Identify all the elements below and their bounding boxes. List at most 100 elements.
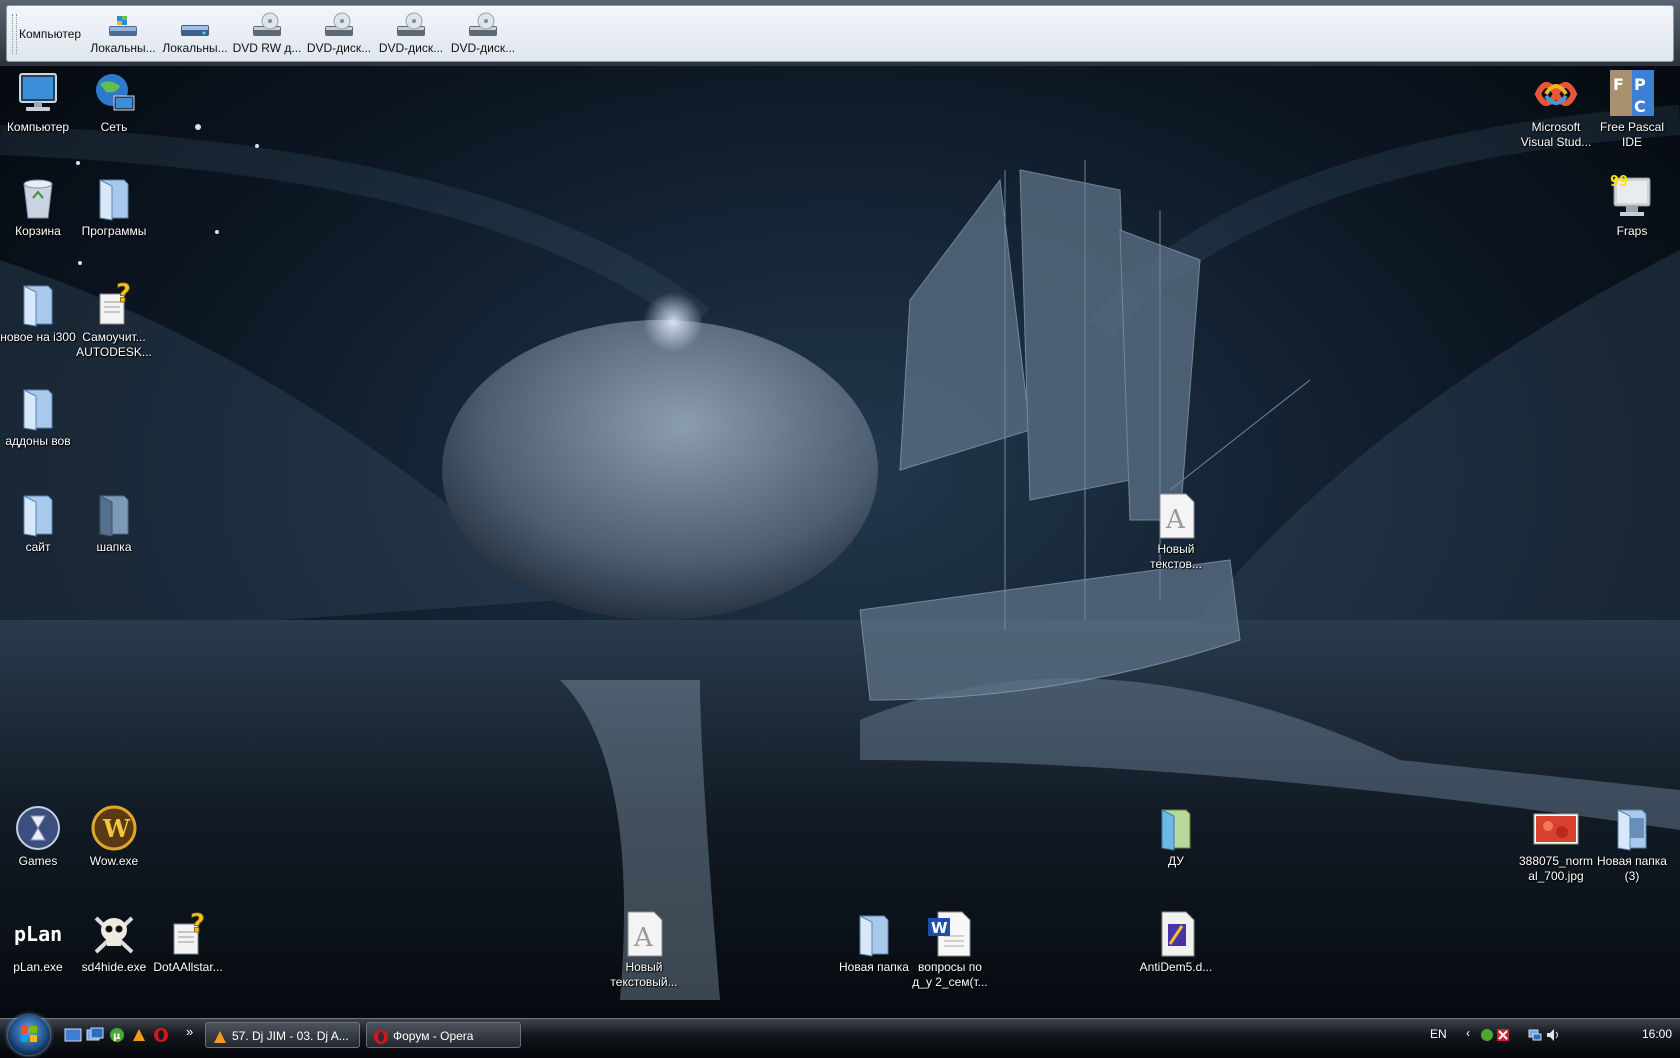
icon-label: Новый текстов... (1150, 542, 1202, 571)
desktop-icon-new-folder-3[interactable]: Новая папка (3) (1594, 804, 1670, 884)
help-document-icon: ? (164, 909, 212, 958)
folder-icon (1608, 804, 1656, 852)
icon-label: Wow.exe (89, 854, 139, 868)
opera-icon[interactable] (152, 1027, 170, 1043)
toolbar-title: Компьютер (19, 27, 82, 41)
svg-text:W: W (102, 814, 131, 843)
start-button[interactable] (8, 1015, 50, 1055)
switch-windows-icon[interactable] (86, 1027, 104, 1043)
drive-dvd-3[interactable]: DVD-диск... (448, 10, 518, 60)
network-icon[interactable] (1528, 1028, 1542, 1042)
system-tray: EN ‹ 16:00 (1430, 1019, 1680, 1051)
svg-text:W: W (931, 919, 948, 937)
clock[interactable]: 16:00 (1642, 1027, 1672, 1041)
show-desktop-icon[interactable] (64, 1027, 82, 1043)
desktop-icon-site[interactable]: сайт (0, 490, 76, 555)
document-icon (1152, 910, 1200, 958)
volume-icon[interactable] (1546, 1028, 1560, 1042)
icon-label: Новая папка (839, 960, 909, 974)
task-label: 57. Dj JIM - 03. Dj A... (232, 1029, 349, 1043)
drive-dvd-rw[interactable]: DVD RW д... (232, 10, 302, 60)
desktop-icon-jpg-image[interactable]: 388075_normal_700.jpg (1518, 804, 1594, 884)
folder-icon (850, 910, 898, 958)
icon-label: Free Pascal IDE (1599, 120, 1665, 149)
desktop-icon-new-i300[interactable]: новое на i300 (0, 280, 76, 345)
desktop-icon-computer[interactable]: Компьютер (0, 70, 76, 135)
folder-icon (14, 384, 62, 432)
folder-icon (14, 280, 62, 328)
toolbar-grip[interactable] (12, 14, 17, 54)
task-winamp[interactable]: 57. Dj JIM - 03. Dj A... (205, 1022, 360, 1048)
desktop-icon-wow[interactable]: W Wow.exe (76, 804, 152, 869)
icon-label: Самоучит... AUTODESK... (76, 330, 152, 359)
recycle-bin-icon (14, 174, 62, 222)
desktop-icon-dota[interactable]: ? DotAAllstar... (150, 909, 226, 975)
drive-label: Локальны... (90, 41, 156, 55)
winamp-icon[interactable] (130, 1027, 148, 1043)
task-opera[interactable]: Форум - Opera (366, 1022, 521, 1048)
icon-label: Сеть (100, 120, 128, 134)
icon-label: Новая папка (3) (1597, 854, 1667, 883)
desktop-icon-new-text-document[interactable]: A Новый текстовый... (606, 910, 682, 990)
svg-text:µ: µ (113, 1031, 121, 1042)
drive-toolbar: Компьютер Локальны... Локальны... DVD RW… (0, 0, 1680, 66)
icon-label: ДУ (1168, 854, 1184, 868)
drive-label: DVD-диск... (306, 41, 372, 55)
plan-logo-icon: pLan (14, 922, 63, 946)
svg-text:F: F (1613, 75, 1624, 94)
dvd-drive-icon (251, 12, 283, 40)
quicklaunch-more-button[interactable]: » (186, 1024, 204, 1040)
folder-icon (14, 490, 62, 538)
antivirus-icon[interactable] (1496, 1028, 1510, 1042)
desktop-icon-du[interactable]: ДУ (1138, 804, 1214, 869)
opera-icon (373, 1028, 389, 1044)
desktop-wallpaper (0, 0, 1680, 1050)
svg-text:C: C (1634, 97, 1646, 116)
desktop-icon-programs[interactable]: Программы (76, 174, 152, 239)
icon-label: сайт (25, 540, 51, 554)
text-document-icon: A (620, 910, 668, 958)
desktop-icon-new-folder[interactable]: Новая папка (836, 910, 912, 975)
svg-text:?: ? (190, 910, 205, 939)
taskbar: µ » 57. Dj JIM - 03. Dj A... Форум - Ope… (0, 1015, 1680, 1055)
desktop-icon-network[interactable]: Сеть (76, 70, 152, 135)
network-globe-icon (90, 70, 138, 118)
drive-dvd-1[interactable]: DVD-диск... (304, 10, 374, 60)
word-document-icon: W (926, 910, 974, 958)
desktop-icon-fraps[interactable]: 99 Fraps (1594, 172, 1670, 239)
icon-label: Games (18, 854, 58, 868)
icon-label: Корзина (15, 224, 61, 238)
icon-label: Программы (81, 224, 147, 238)
wow-logo-icon: W (90, 804, 138, 852)
desktop-icon-questions-doc[interactable]: W вопросы по д_у 2_сем(т... (912, 910, 988, 990)
desktop-icon-sd4hide[interactable]: sd4hide.exe (76, 910, 152, 975)
desktop-icon-free-pascal[interactable]: FPC Free Pascal IDE (1594, 70, 1670, 150)
drive-d[interactable]: Локальны... (160, 10, 230, 60)
folder-icon (1152, 804, 1200, 852)
windows-drive-icon (107, 12, 139, 40)
desktop-icon-hat[interactable]: шапка (76, 490, 152, 555)
desktop-icon-visual-studio[interactable]: Microsoft Visual Stud... (1518, 70, 1594, 150)
desktop-icon-games[interactable]: Games (0, 804, 76, 869)
drive-dvd-2[interactable]: DVD-диск... (376, 10, 446, 60)
drive-c[interactable]: Локальны... (88, 10, 158, 60)
icon-label: Fraps (1616, 224, 1648, 238)
chevron-left-icon[interactable]: ‹ (1466, 1026, 1480, 1040)
fraps-monitor-icon: 99 (1608, 172, 1656, 222)
tray-app-icon[interactable] (1480, 1028, 1494, 1042)
desktop-icon-autodesk-tutorial[interactable]: ? Самоучит... AUTODESK... (76, 279, 152, 360)
skull-icon (90, 910, 138, 958)
desktop-icon-plan[interactable]: pLan pLan.exe (0, 910, 76, 975)
utorrent-icon[interactable]: µ (108, 1027, 126, 1043)
icon-label: Новый текстовый... (610, 960, 678, 989)
language-indicator[interactable]: EN (1430, 1027, 1447, 1041)
icon-label: Microsoft Visual Stud... (1520, 120, 1592, 149)
fraps-counter: 99 (1610, 172, 1629, 190)
desktop-icon-new-text-document-2[interactable]: A Новый текстов... (1138, 492, 1214, 572)
desktop-icon-recycle-bin[interactable]: Корзина (0, 174, 76, 239)
desktop-icon-wow-addons[interactable]: аддоны вов (0, 384, 76, 449)
free-pascal-icon: FPC (1608, 70, 1656, 118)
visual-studio-icon (1532, 70, 1580, 118)
icon-label: pLan.exe (13, 960, 63, 974)
desktop-icon-antidem[interactable]: AntiDem5.d... (1138, 910, 1214, 975)
